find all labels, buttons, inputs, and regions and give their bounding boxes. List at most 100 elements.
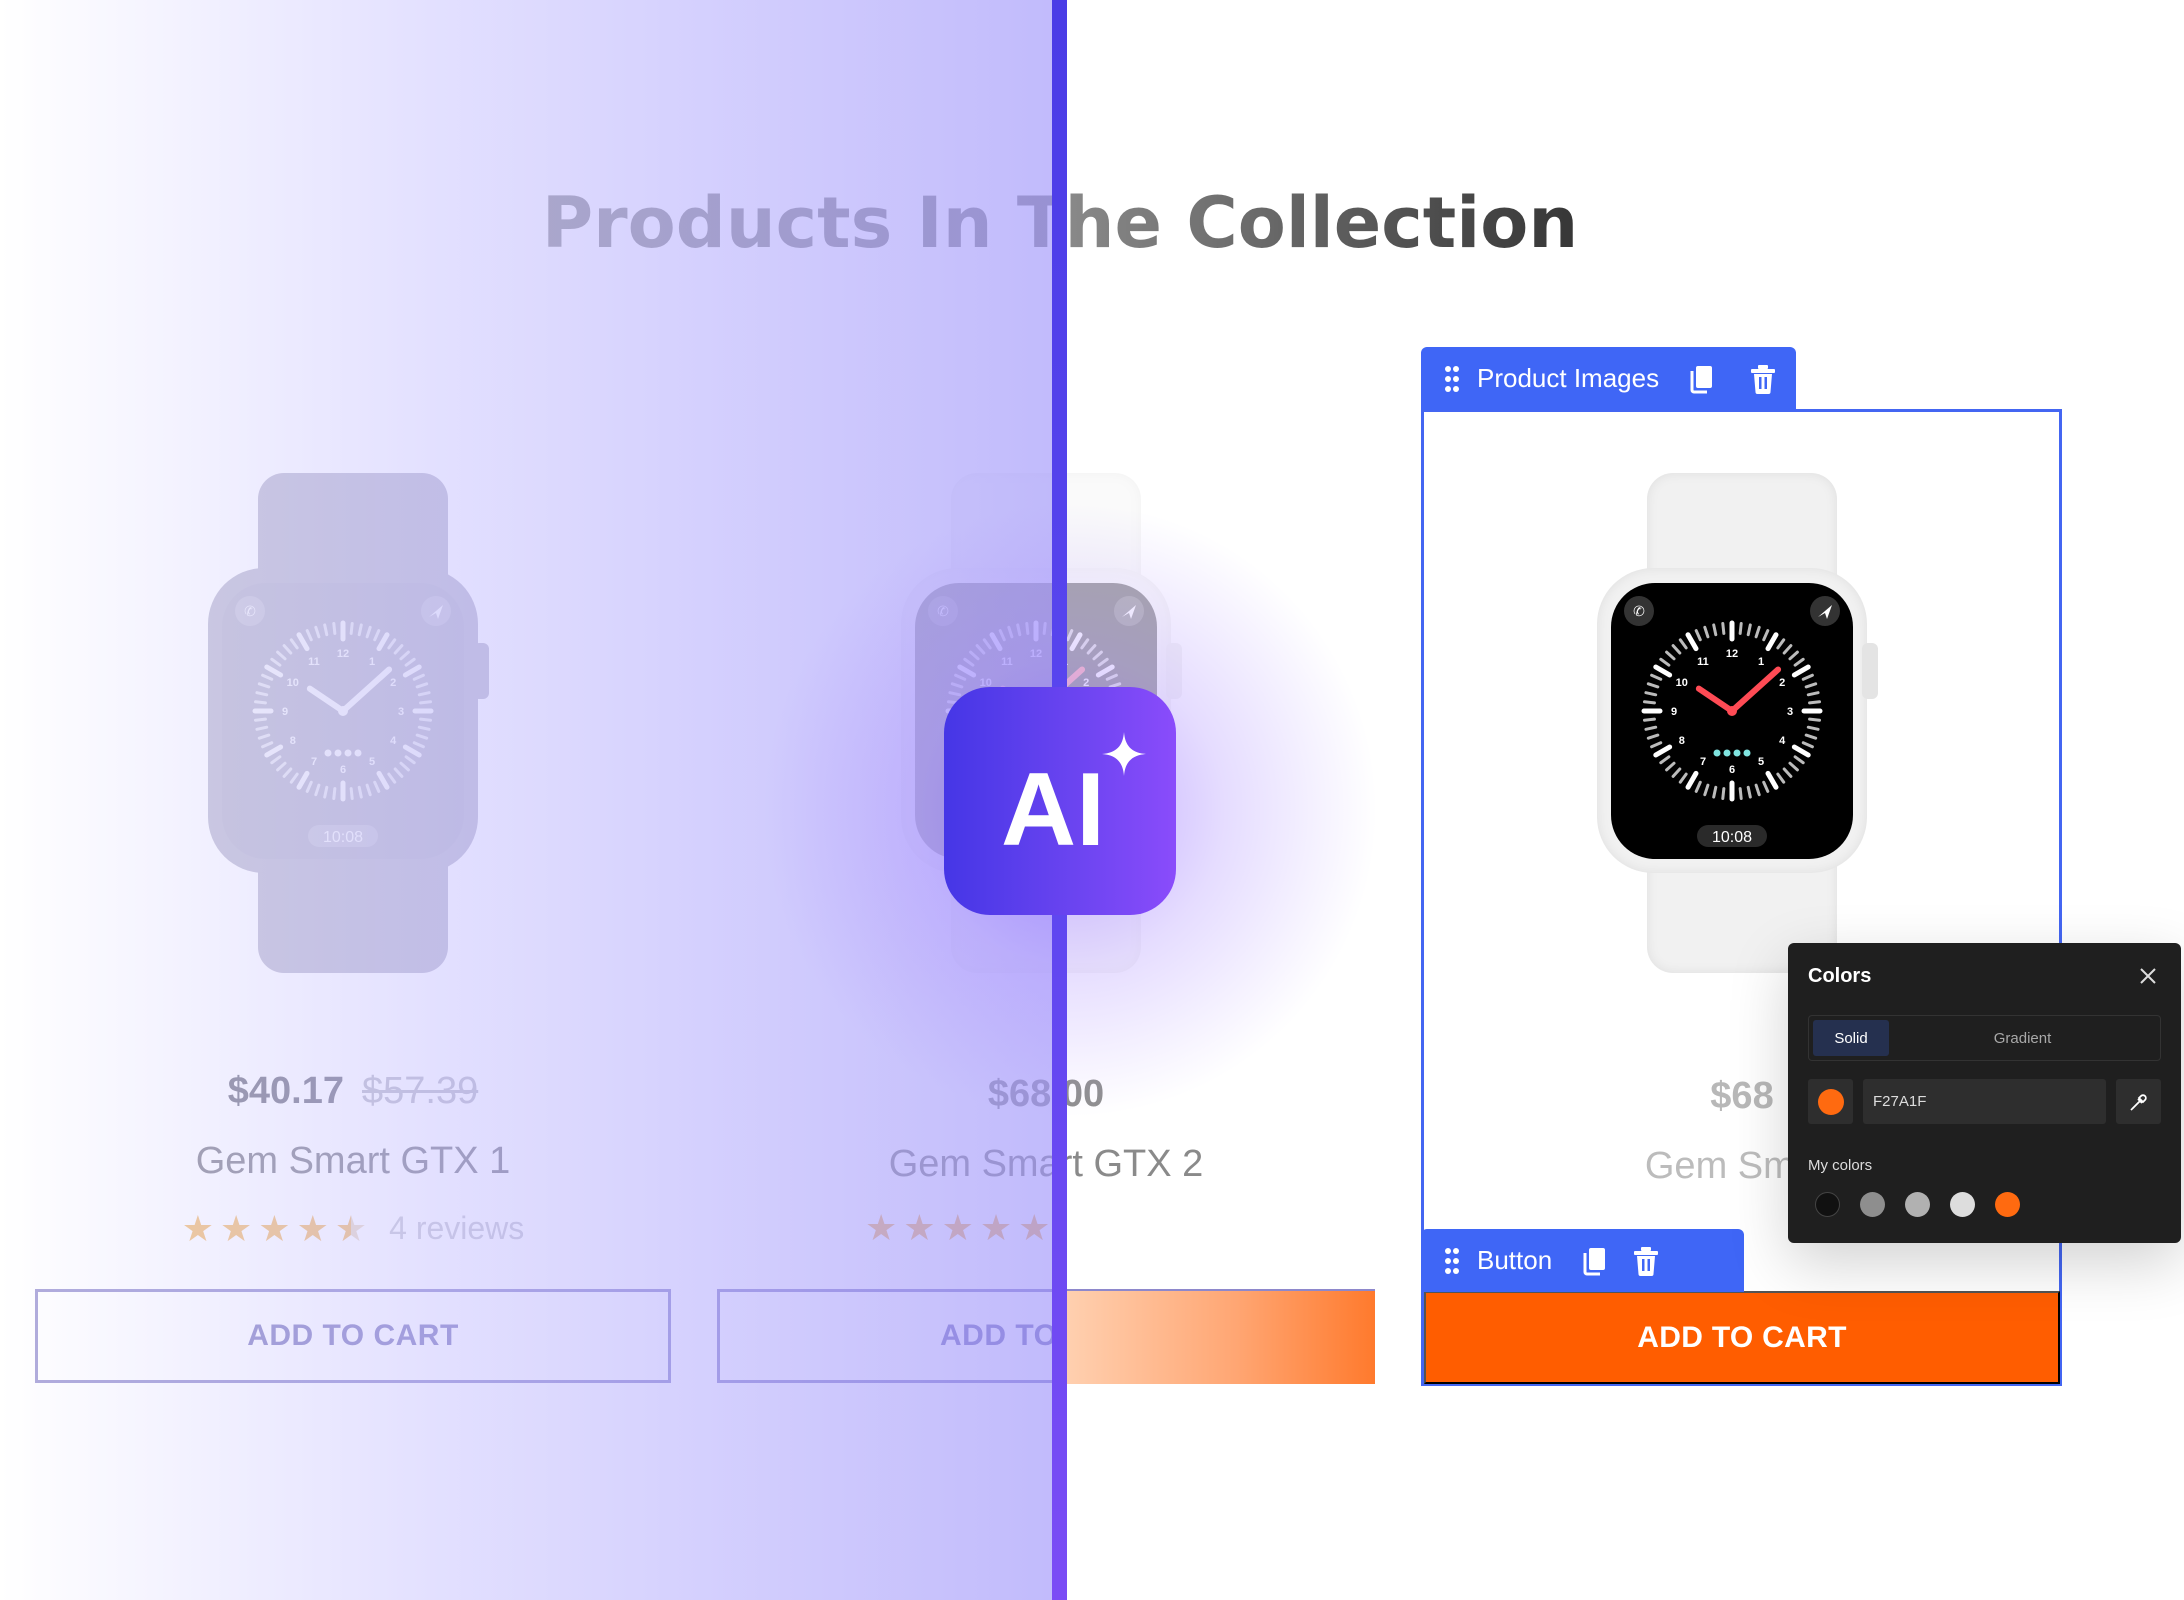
color-swatch-light-gray[interactable] xyxy=(1905,1192,1930,1217)
dial-tick xyxy=(404,755,416,765)
colors-panel-title: Colors xyxy=(1808,965,1872,987)
color-swatch-silver[interactable] xyxy=(1950,1192,1975,1217)
eyedropper-icon xyxy=(2129,1093,2147,1111)
color-swatch-black[interactable] xyxy=(1815,1192,1840,1217)
current-color-swatch[interactable] xyxy=(1808,1079,1853,1124)
drag-handle-icon[interactable] xyxy=(1443,362,1461,396)
dial-tick xyxy=(415,733,429,740)
dial-tick xyxy=(276,650,287,661)
ai-badge-label: AI xyxy=(1001,751,1105,868)
reviews-count[interactable]: 4 reviews xyxy=(389,1210,524,1247)
toolbar-label: Product Images xyxy=(1477,363,1660,393)
dial-tick xyxy=(282,644,293,655)
hex-color-input[interactable] xyxy=(1863,1079,2106,1124)
dial-tick xyxy=(296,770,310,790)
button-toolbar: Button xyxy=(1421,1229,1744,1292)
dial-number: 3 xyxy=(398,706,404,718)
dial-tick xyxy=(270,755,282,765)
dial-tick xyxy=(365,783,372,797)
dial-tick xyxy=(399,761,410,772)
dial-tick xyxy=(253,700,267,705)
dial-tick xyxy=(417,691,431,697)
color-swatch-gray[interactable] xyxy=(1860,1192,1885,1217)
dial-tick xyxy=(305,780,313,793)
dial-tick xyxy=(402,664,422,678)
dial-tick xyxy=(387,638,397,650)
dial-tick xyxy=(255,725,269,731)
trash-icon[interactable] xyxy=(1749,362,1777,396)
dial-tick xyxy=(282,767,293,778)
star-icon: ★ xyxy=(296,1207,329,1249)
star-icon: ★ xyxy=(979,1207,1013,1248)
star-icon: ★ xyxy=(865,1207,898,1248)
dial-tick xyxy=(332,787,337,801)
watch-image: 123456789101112✆10:08 xyxy=(208,473,498,973)
watch-dial: 123456789101112✆10:08 xyxy=(235,596,451,847)
dial-tick xyxy=(296,632,310,652)
dial-number: 8 xyxy=(290,735,296,747)
product-image[interactable]: 123456789101112✆10:08 xyxy=(35,405,671,1041)
dial-tick xyxy=(357,785,363,799)
dial-tick xyxy=(305,629,313,642)
dial-tick xyxy=(412,741,425,749)
color-input-row xyxy=(1808,1079,2161,1124)
trash-icon[interactable] xyxy=(1632,1244,1660,1278)
sparkle-icon xyxy=(1102,732,1146,776)
product-name[interactable]: Gem Smart GTX 2 xyxy=(717,1143,1375,1186)
dial-number: 11 xyxy=(308,656,320,668)
dial-tick xyxy=(417,725,431,731)
rating: ★ ★ ★ ★ ★ xyxy=(717,1210,1375,1246)
tab-solid[interactable]: Solid xyxy=(1813,1020,1889,1056)
dial-tick xyxy=(264,664,284,678)
toolbar-label: Button xyxy=(1477,1245,1553,1275)
eyedropper-button[interactable] xyxy=(2116,1079,2161,1124)
close-icon[interactable] xyxy=(2137,965,2159,987)
clock-center xyxy=(338,706,348,716)
current-color-dot xyxy=(1817,1088,1844,1115)
dial-number: 1 xyxy=(369,656,375,668)
star-icon: ★ xyxy=(903,1207,936,1248)
dial-tick xyxy=(376,632,390,652)
dial-tick xyxy=(261,741,274,749)
product-name[interactable]: Gem Smart GTX 1 xyxy=(35,1140,671,1183)
dial-number: 7 xyxy=(311,756,317,768)
add-to-cart-button-orange-reveal xyxy=(1066,1291,1375,1384)
dial-number: 4 xyxy=(390,735,397,747)
dial-tick xyxy=(332,621,337,635)
my-colors-label: My colors xyxy=(1808,1157,1873,1174)
add-to-cart-button[interactable]: ADD TO CART xyxy=(35,1289,671,1383)
duplicate-icon[interactable] xyxy=(1687,362,1715,396)
color-swatch-orange[interactable] xyxy=(1995,1192,2020,1217)
dial-tick xyxy=(257,682,271,689)
sale-price: $40.17 xyxy=(227,1070,344,1112)
dial-tick xyxy=(376,770,390,790)
complication-dot xyxy=(324,749,332,757)
star-icon: ★ xyxy=(220,1207,253,1249)
dial-tick xyxy=(373,780,381,793)
star-half-icon: ★ xyxy=(334,1207,368,1249)
tab-gradient[interactable]: Gradient xyxy=(1889,1020,2156,1056)
dial-tick xyxy=(314,783,321,797)
dial-tick xyxy=(323,623,329,637)
dial-tick xyxy=(289,772,299,784)
dial-tick xyxy=(257,733,271,740)
product-images-toolbar: Product Images xyxy=(1421,347,1796,410)
drag-handle-icon[interactable] xyxy=(1443,1244,1461,1278)
dial-tick xyxy=(289,638,299,650)
dial-number: 10 xyxy=(287,677,299,689)
dial-number: 2 xyxy=(390,677,396,689)
dial-tick xyxy=(365,625,372,639)
dial-tick xyxy=(255,691,269,697)
dial-tick xyxy=(349,787,354,801)
dial-tick xyxy=(402,744,422,758)
add-to-cart-button[interactable]: ADD TO CART xyxy=(1424,1291,2060,1384)
fill-type-tabs: Solid Gradient xyxy=(1808,1015,2161,1061)
star-icon: ★ xyxy=(941,1207,974,1248)
dial-tick xyxy=(419,717,433,722)
dial-tick xyxy=(264,744,284,758)
duplicate-icon[interactable] xyxy=(1580,1244,1608,1278)
rating: ★ ★ ★ ★ ★ 4 reviews xyxy=(35,1210,671,1247)
dial-number: 9 xyxy=(282,706,288,718)
dial-tick xyxy=(253,717,267,722)
dial-tick xyxy=(393,644,404,655)
